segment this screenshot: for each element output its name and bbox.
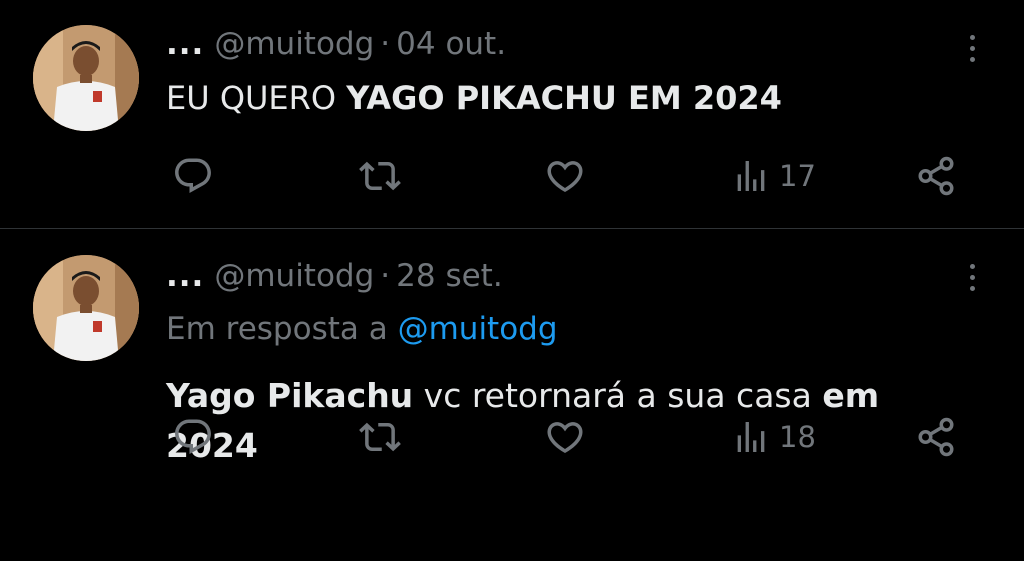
user-handle[interactable]: @muitodg [214,258,374,294]
tweet-header: ... @muitodg · 04 out. [166,24,506,64]
tweet-actions: 17 [0,152,1024,200]
tweet-header: ... @muitodg · 28 set. [166,256,503,296]
views-count: 18 [779,420,816,454]
tweet-text-bold: em [822,376,880,415]
share-icon [918,156,954,196]
separator: · [380,258,391,294]
views-button[interactable]: 18 [731,413,816,461]
avatar[interactable] [33,255,139,361]
reply-button[interactable] [172,152,214,200]
views-button[interactable]: 17 [731,152,816,200]
like-button[interactable] [543,413,587,461]
views-icon [737,422,765,452]
more-options-icon[interactable] [958,257,986,297]
tweet[interactable]: ... @muitodg · 28 set. Em resposta a @muito… [0,229,1024,561]
reply-mention-link[interactable]: @muitodg [398,311,558,347]
tweet-text-part: EU QUERO [166,79,347,117]
tweet-text-part: vc retornará a sua casa [413,376,823,415]
share-button[interactable] [915,413,957,461]
tweet-text-bold: Yago Pikachu [166,376,414,415]
reply-icon [175,419,211,454]
user-handle[interactable]: @muitodg [214,26,374,62]
name-truncated[interactable]: ... [166,258,204,294]
retweet-icon [359,422,401,452]
tweet-text: EU QUERO YAGO PIKACHU EM 2024 [166,75,976,121]
reply-button[interactable] [172,413,214,461]
tweet-text-bold: YAGO PIKACHU EM 2024 [346,79,782,117]
share-button[interactable] [915,152,957,200]
more-options-icon[interactable] [958,28,986,68]
avatar-photo [33,25,139,131]
like-icon [547,161,583,193]
separator: · [380,26,391,62]
share-icon [918,417,954,457]
tweet-date[interactable]: 04 out. [396,26,506,62]
tweet-date[interactable]: 28 set. [396,258,503,294]
avatar[interactable] [33,25,139,131]
views-icon [737,161,765,191]
reply-prefix: Em resposta a [166,311,388,347]
like-button[interactable] [543,152,587,200]
retweet-icon [359,161,401,191]
avatar-photo [33,255,139,361]
tweet-actions: 18 [0,413,1024,461]
tweet[interactable]: ... @muitodg · 04 out. EU QUERO YAGO PIKACH… [0,0,1024,229]
reply-context: Em resposta a @muitodg [166,309,558,349]
retweet-button[interactable] [357,413,403,461]
like-icon [547,422,583,454]
name-truncated[interactable]: ... [166,26,204,62]
views-count: 17 [779,159,816,193]
retweet-button[interactable] [357,152,403,200]
reply-icon [175,158,211,193]
